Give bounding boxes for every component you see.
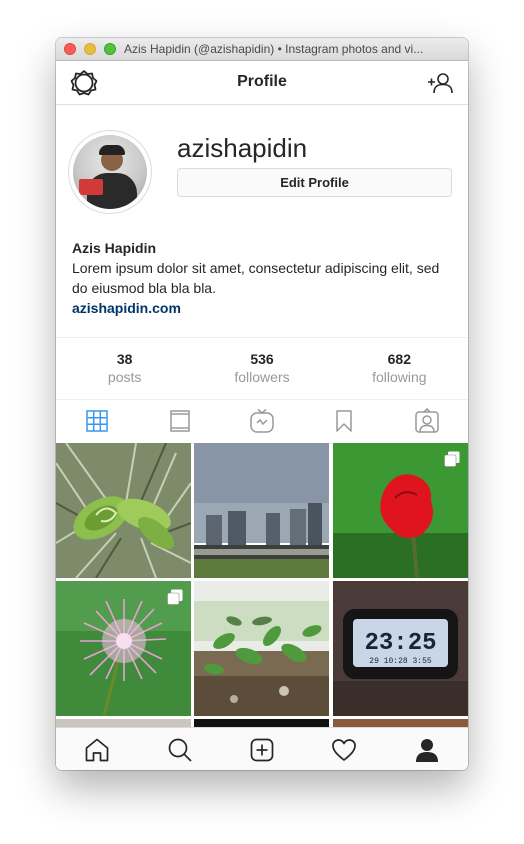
photo-thumbnail[interactable]	[333, 443, 468, 578]
new-post-icon	[250, 738, 274, 761]
nav-new-post[interactable]	[221, 728, 303, 770]
bottom-navbar	[56, 727, 468, 770]
clock-time: 23:25	[364, 630, 436, 657]
stat-followers-count: 536	[250, 351, 274, 367]
bookmark-icon	[336, 410, 353, 432]
tagged-icon	[415, 408, 439, 433]
browser-window: Azis Hapidin (@azishapidin) • Instagram …	[56, 38, 468, 770]
minimize-window-button[interactable]	[84, 43, 96, 55]
profile-bio: Azis Hapidin Lorem ipsum dolor sit amet,…	[72, 238, 452, 318]
title-bar: Azis Hapidin (@azishapidin) • Instagram …	[56, 38, 468, 61]
multiple-photos-icon	[444, 451, 460, 467]
photo-thumbnail[interactable]	[56, 581, 191, 716]
feed-icon	[169, 410, 190, 432]
stat-posts-count: 38	[116, 351, 133, 367]
profile-username: azishapidin	[177, 133, 308, 163]
stat-posts-label: posts	[107, 369, 142, 385]
photo-grid: 23:25 29 10:28 3:55	[56, 443, 468, 728]
nav-search[interactable]	[138, 728, 220, 770]
profile-full-name: Azis Hapidin	[72, 240, 157, 256]
profile-icon	[415, 738, 438, 762]
nav-home[interactable]	[56, 728, 138, 770]
profile-view-tabs	[56, 399, 468, 444]
profile-header: azishapidin Edit Profile Azis Hapidin Lo…	[56, 105, 468, 337]
tab-tagged[interactable]	[386, 399, 468, 443]
page-title: Profile	[237, 73, 287, 90]
tab-feed[interactable]	[138, 399, 220, 443]
search-icon	[168, 738, 192, 762]
stat-following-label: following	[372, 369, 427, 385]
profile-website-link[interactable]: azishapidin.com	[72, 300, 181, 316]
stat-posts[interactable]: 38 posts	[56, 338, 193, 399]
photo-thumbnail[interactable]: 23:25 29 10:28 3:55	[333, 581, 468, 716]
igtv-icon	[250, 408, 274, 433]
window-title: Azis Hapidin (@azishapidin) • Instagram …	[124, 42, 424, 56]
multiple-photos-icon	[167, 589, 183, 605]
add-user-icon[interactable]	[426, 69, 454, 97]
close-window-button[interactable]	[64, 43, 76, 55]
top-navbar: Profile	[56, 61, 468, 105]
profile-bio-text: Lorem ipsum dolor sit amet, consectetur …	[72, 260, 440, 296]
profile-stats: 38 posts 536 followers 682 following	[56, 337, 468, 400]
nav-activity[interactable]	[303, 728, 385, 770]
tab-grid[interactable]	[56, 399, 138, 443]
maximize-window-button[interactable]	[104, 43, 116, 55]
edit-profile-button[interactable]: Edit Profile	[177, 168, 452, 197]
avatar-photo	[73, 135, 147, 209]
avatar-laptop-shape	[79, 179, 103, 195]
clock-subline: 29 10:28 3:55	[369, 657, 432, 666]
avatar[interactable]	[68, 130, 152, 214]
stat-following-count: 682	[387, 351, 411, 367]
home-icon	[85, 738, 109, 761]
tab-igtv[interactable]	[221, 399, 303, 443]
avatar-cap-shape	[99, 145, 125, 155]
grid-icon	[86, 410, 108, 432]
photo-thumbnail[interactable]	[194, 443, 329, 578]
nav-profile[interactable]	[386, 728, 468, 770]
stat-following[interactable]: 682 following	[331, 338, 468, 399]
activity-heart-icon	[332, 738, 357, 761]
photo-thumbnail[interactable]	[194, 581, 329, 716]
photo-thumbnail[interactable]	[56, 443, 191, 578]
stat-followers-label: followers	[234, 369, 290, 385]
tab-saved[interactable]	[303, 399, 385, 443]
stat-followers[interactable]: 536 followers	[193, 338, 330, 399]
